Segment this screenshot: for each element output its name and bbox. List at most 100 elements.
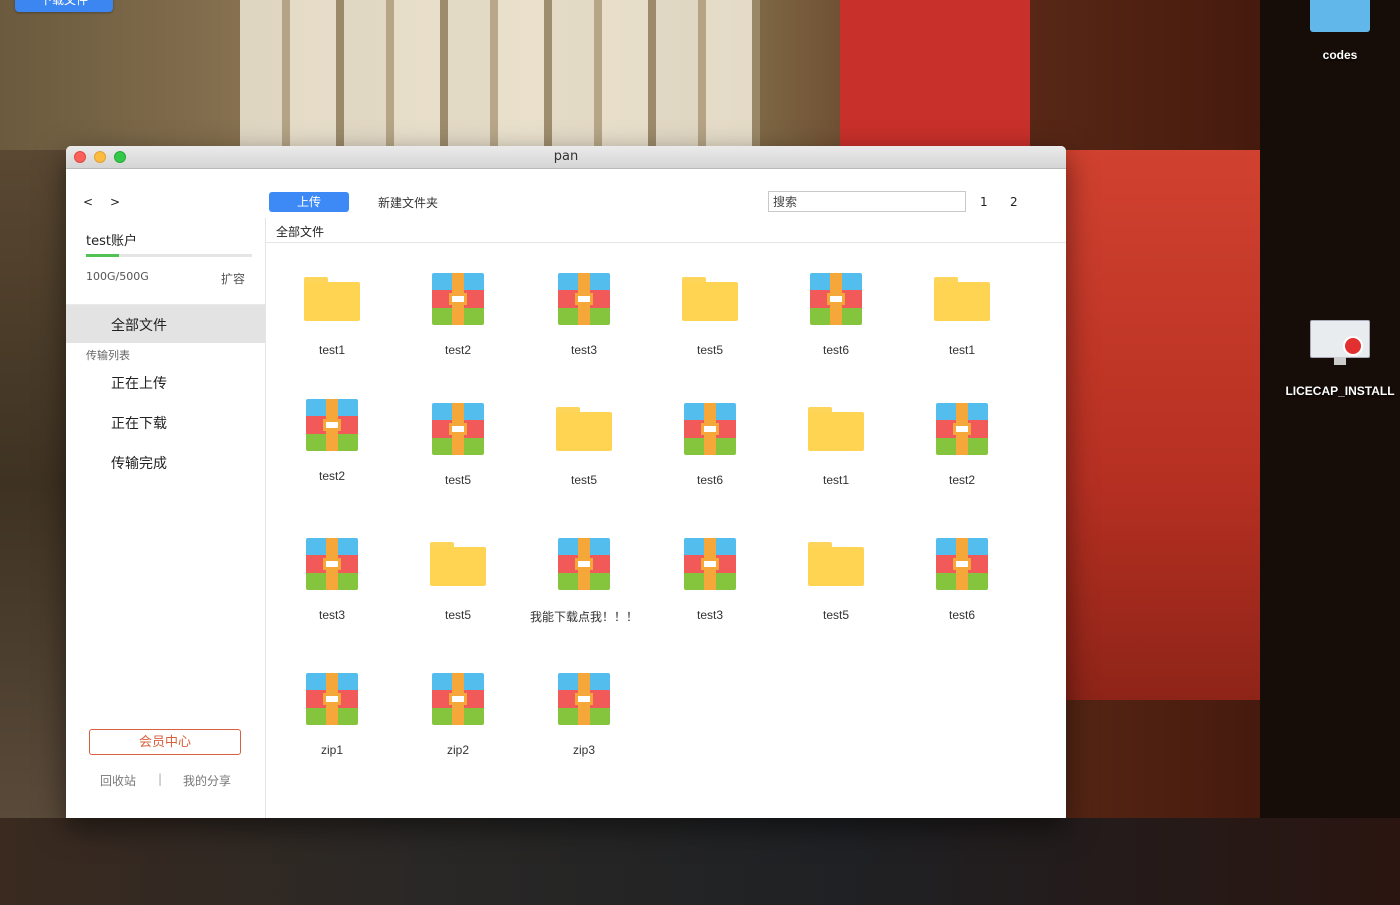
file-name: 我能下载点我！！！ bbox=[529, 610, 638, 624]
sidebar-item-all-files[interactable]: 全部文件 bbox=[66, 305, 265, 343]
desktop-item-licecap[interactable]: LICECAP_INSTALL bbox=[1280, 320, 1400, 398]
folder-item[interactable]: test5 bbox=[773, 538, 899, 622]
file-name: test3 bbox=[570, 343, 597, 357]
quota-text: 100G/500G bbox=[86, 270, 149, 283]
file-name: test2 bbox=[318, 469, 345, 483]
file-item[interactable]: test3 bbox=[647, 538, 773, 622]
file-item[interactable]: test2 bbox=[269, 399, 395, 483]
folder-icon bbox=[934, 273, 990, 325]
vip-center-button[interactable]: 会员中心 bbox=[89, 729, 241, 755]
content-area: test账户 100G/500G 扩容 全部文件 传输列表 正在上传 正在下载 … bbox=[66, 218, 1066, 818]
file-item[interactable]: test3 bbox=[521, 273, 647, 357]
folder-icon bbox=[808, 538, 864, 590]
folder-icon bbox=[808, 403, 864, 455]
file-name: test2 bbox=[444, 343, 471, 357]
archive-icon bbox=[936, 538, 988, 590]
folder-item[interactable]: test5 bbox=[521, 403, 647, 487]
file-name: test5 bbox=[822, 608, 849, 622]
folder-item[interactable]: test5 bbox=[395, 538, 521, 622]
archive-icon bbox=[810, 273, 862, 325]
archive-icon bbox=[558, 538, 610, 590]
new-folder-button[interactable]: 新建文件夹 bbox=[378, 194, 438, 211]
sidebar: test账户 100G/500G 扩容 全部文件 传输列表 正在上传 正在下载 … bbox=[66, 218, 266, 818]
folder-icon bbox=[304, 273, 360, 325]
expand-storage-link[interactable]: 扩容 bbox=[221, 270, 245, 287]
file-item[interactable]: test2 bbox=[899, 403, 1025, 487]
file-name: test6 bbox=[822, 343, 849, 357]
file-name: test6 bbox=[948, 608, 975, 622]
archive-icon bbox=[558, 673, 610, 725]
toolbar: < > 上传 新建文件夹 1 2 bbox=[66, 169, 1066, 219]
file-name: test2 bbox=[948, 473, 975, 487]
folder-icon bbox=[430, 538, 486, 590]
file-item[interactable]: 我能下载点我！！！ bbox=[521, 538, 647, 625]
my-share-link[interactable]: 我的分享 bbox=[183, 772, 231, 789]
quota-progress-bar bbox=[86, 254, 252, 257]
file-name: test5 bbox=[444, 608, 471, 622]
folder-item[interactable]: test1 bbox=[773, 403, 899, 487]
sidebar-item-completed[interactable]: 传输完成 bbox=[111, 453, 167, 473]
folder-item[interactable]: test1 bbox=[269, 273, 395, 357]
search-input[interactable] bbox=[768, 191, 966, 212]
file-name: zip1 bbox=[320, 743, 343, 757]
file-item[interactable]: test2 bbox=[395, 273, 521, 357]
recycle-bin-link[interactable]: 回收站 bbox=[100, 772, 136, 789]
file-name: zip3 bbox=[572, 743, 595, 757]
archive-icon bbox=[432, 673, 484, 725]
account-name: test账户 bbox=[86, 234, 137, 249]
archive-icon bbox=[306, 538, 358, 590]
file-name: test5 bbox=[696, 343, 723, 357]
transfer-list-heading: 传输列表 bbox=[86, 349, 130, 362]
file-item[interactable]: test6 bbox=[773, 273, 899, 357]
file-name: test1 bbox=[318, 343, 345, 357]
file-item[interactable]: test6 bbox=[647, 403, 773, 487]
window-title: pan bbox=[553, 149, 579, 164]
back-button[interactable]: < bbox=[83, 195, 93, 209]
sidebar-item-label: 全部文件 bbox=[111, 318, 167, 334]
quota-progress-fill bbox=[86, 254, 120, 257]
title-bar[interactable]: pan bbox=[66, 146, 1066, 169]
file-name: test3 bbox=[318, 608, 345, 622]
link-separator: | bbox=[158, 772, 163, 786]
file-item[interactable]: test5 bbox=[395, 403, 521, 487]
sidebar-item-uploading[interactable]: 正在上传 bbox=[111, 373, 167, 393]
archive-icon bbox=[306, 399, 358, 451]
sidebar-item-downloading[interactable]: 正在下载 bbox=[111, 413, 167, 433]
breadcrumb: 全部文件 bbox=[276, 225, 325, 239]
file-item[interactable]: zip2 bbox=[395, 673, 521, 757]
page-1-button[interactable]: 1 bbox=[980, 195, 988, 209]
app-window: pan < > 上传 新建文件夹 1 2 test账户 100G/500G 扩容… bbox=[66, 146, 1066, 818]
folder-item[interactable]: test1 bbox=[899, 273, 1025, 357]
desktop-item-label: LICECAP_INSTALL bbox=[1285, 384, 1395, 398]
file-name: test1 bbox=[948, 343, 975, 357]
archive-icon bbox=[936, 403, 988, 455]
desktop-item-codes[interactable]: codes bbox=[1300, 0, 1380, 62]
archive-icon bbox=[432, 403, 484, 455]
archive-icon bbox=[684, 403, 736, 455]
file-name: test1 bbox=[822, 473, 849, 487]
file-browser: 全部文件 test1 test2 test3 test5 test6 test1 test2… bbox=[266, 218, 1066, 818]
file-name: zip2 bbox=[446, 743, 469, 757]
download-file-button[interactable]: 下载文件 bbox=[15, 0, 113, 12]
desktop-item-label: codes bbox=[1322, 48, 1358, 62]
file-item[interactable]: zip3 bbox=[521, 673, 647, 757]
forward-button[interactable]: > bbox=[110, 195, 120, 209]
file-item[interactable]: test3 bbox=[269, 538, 395, 622]
folder-icon bbox=[682, 273, 738, 325]
folder-icon bbox=[556, 403, 612, 455]
page-2-button[interactable]: 2 bbox=[1010, 195, 1018, 209]
file-item[interactable]: zip1 bbox=[269, 673, 395, 757]
file-name: test5 bbox=[444, 473, 471, 487]
file-name: test3 bbox=[696, 608, 723, 622]
divider bbox=[266, 242, 1066, 243]
archive-icon bbox=[306, 673, 358, 725]
file-item[interactable]: test6 bbox=[899, 538, 1025, 622]
licecap-installer-icon bbox=[1310, 320, 1370, 366]
archive-icon bbox=[558, 273, 610, 325]
archive-icon bbox=[684, 538, 736, 590]
archive-icon bbox=[432, 273, 484, 325]
file-name: test5 bbox=[570, 473, 597, 487]
file-name: test6 bbox=[696, 473, 723, 487]
folder-item[interactable]: test5 bbox=[647, 273, 773, 357]
upload-button[interactable]: 上传 bbox=[269, 192, 349, 212]
